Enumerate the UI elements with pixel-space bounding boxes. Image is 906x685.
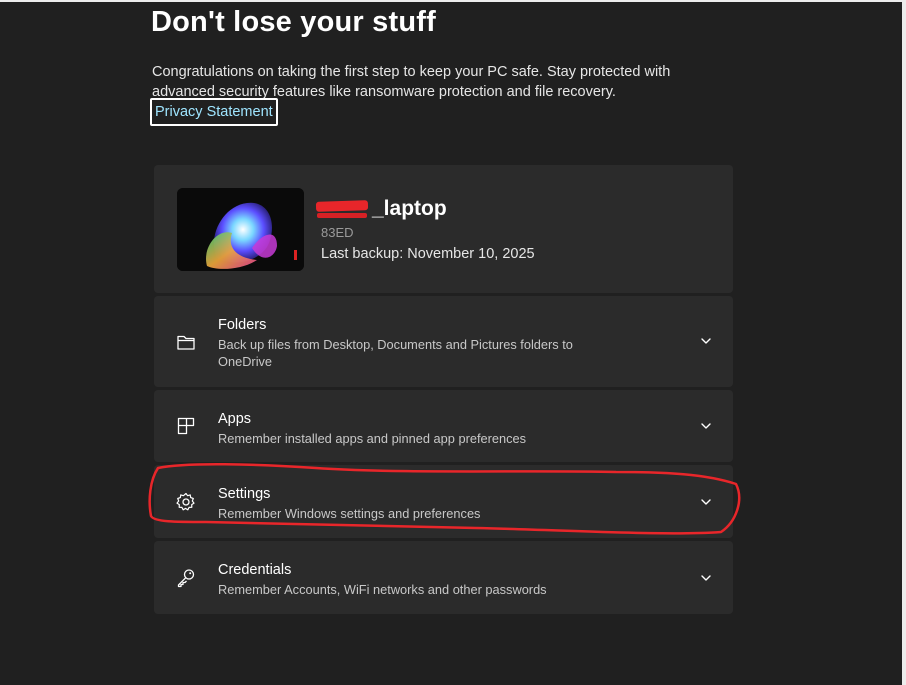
page-description: Congratulations on taking the first step… — [152, 64, 671, 100]
section-title: Folders — [218, 317, 267, 333]
chevron-down-icon[interactable] — [699, 571, 713, 585]
chevron-down-icon[interactable] — [699, 334, 713, 348]
privacy-statement-link[interactable]: Privacy Statement — [150, 98, 278, 126]
device-wallpaper-image — [177, 188, 304, 271]
section-settings[interactable]: Settings Remember Windows settings and p… — [154, 465, 733, 538]
section-apps[interactable]: Apps Remember installed apps and pinned … — [154, 390, 733, 462]
window-frame-right — [902, 0, 906, 685]
redaction-mark — [315, 200, 369, 212]
section-credentials[interactable]: Credentials Remember Accounts, WiFi netw… — [154, 541, 733, 614]
section-title: Apps — [218, 411, 252, 427]
section-description: Remember Windows settings and preference… — [218, 506, 481, 521]
section-description: Remember installed apps and pinned app p… — [218, 431, 527, 446]
chevron-down-icon[interactable] — [699, 419, 713, 433]
gear-icon — [176, 492, 195, 511]
apps-icon — [177, 417, 195, 435]
section-description: Remember Accounts, WiFi networks and oth… — [218, 582, 547, 597]
page-title: Don't lose your stuff — [151, 6, 436, 38]
key-icon — [177, 569, 195, 588]
folder-icon — [177, 335, 195, 350]
device-name: _laptop — [372, 197, 447, 220]
redaction-mark — [317, 213, 367, 218]
last-backup-text: Last backup: November 10, 2025 — [321, 246, 535, 262]
window-frame-top — [0, 0, 906, 2]
section-title: Credentials — [218, 562, 292, 578]
section-folders[interactable]: Folders Back up files from Desktop, Docu… — [154, 296, 733, 387]
chevron-down-icon[interactable] — [699, 495, 713, 509]
section-title: Settings — [218, 486, 271, 502]
device-card: _laptop 83ED Last backup: November 10, 2… — [154, 165, 733, 293]
device-model: 83ED — [321, 225, 354, 240]
section-description: Back up files from Desktop, Documents an… — [218, 337, 573, 369]
